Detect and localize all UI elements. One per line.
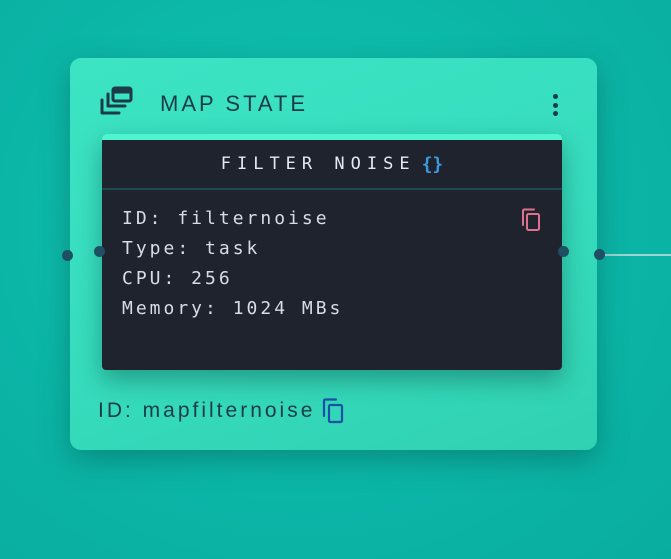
map-state-header: MAP STATE: [100, 86, 567, 120]
map-output-handle[interactable]: [594, 249, 605, 260]
copy-task-id-icon[interactable]: [520, 208, 542, 232]
map-input-handle[interactable]: [62, 250, 73, 261]
stacked-windows-icon: [100, 86, 133, 115]
task-card-header: FILTER NOISE {}: [102, 140, 562, 190]
task-id-line: ID: filternoise: [122, 208, 330, 229]
curly-braces-icon: {}: [421, 153, 444, 175]
task-input-handle[interactable]: [94, 246, 105, 257]
map-state-title: MAP STATE: [160, 91, 309, 116]
task-card-title: FILTER NOISE: [220, 154, 416, 174]
task-memory-line: Memory: 1024 MBs: [122, 298, 344, 319]
map-state-footer: ID: mapfilternoise: [98, 396, 345, 426]
outgoing-edge[interactable]: [600, 254, 671, 256]
filter-noise-task-card[interactable]: FILTER NOISE {} ID: filternoise Type: ta…: [102, 134, 562, 370]
map-state-node[interactable]: MAP STATE FILTER NOISE {} ID: filternois…: [70, 58, 597, 450]
task-cpu-line: CPU: 256: [122, 268, 233, 289]
map-state-id: ID: mapfilternoise: [98, 399, 316, 422]
copy-map-id-icon[interactable]: [321, 398, 345, 424]
kebab-menu-icon[interactable]: [551, 94, 559, 116]
task-type-line: Type: task: [122, 238, 261, 259]
task-output-handle[interactable]: [558, 246, 569, 257]
workflow-canvas[interactable]: MAP STATE FILTER NOISE {} ID: filternois…: [0, 0, 671, 559]
task-card-details: ID: filternoise Type: task CPU: 256 Memo…: [122, 204, 542, 324]
